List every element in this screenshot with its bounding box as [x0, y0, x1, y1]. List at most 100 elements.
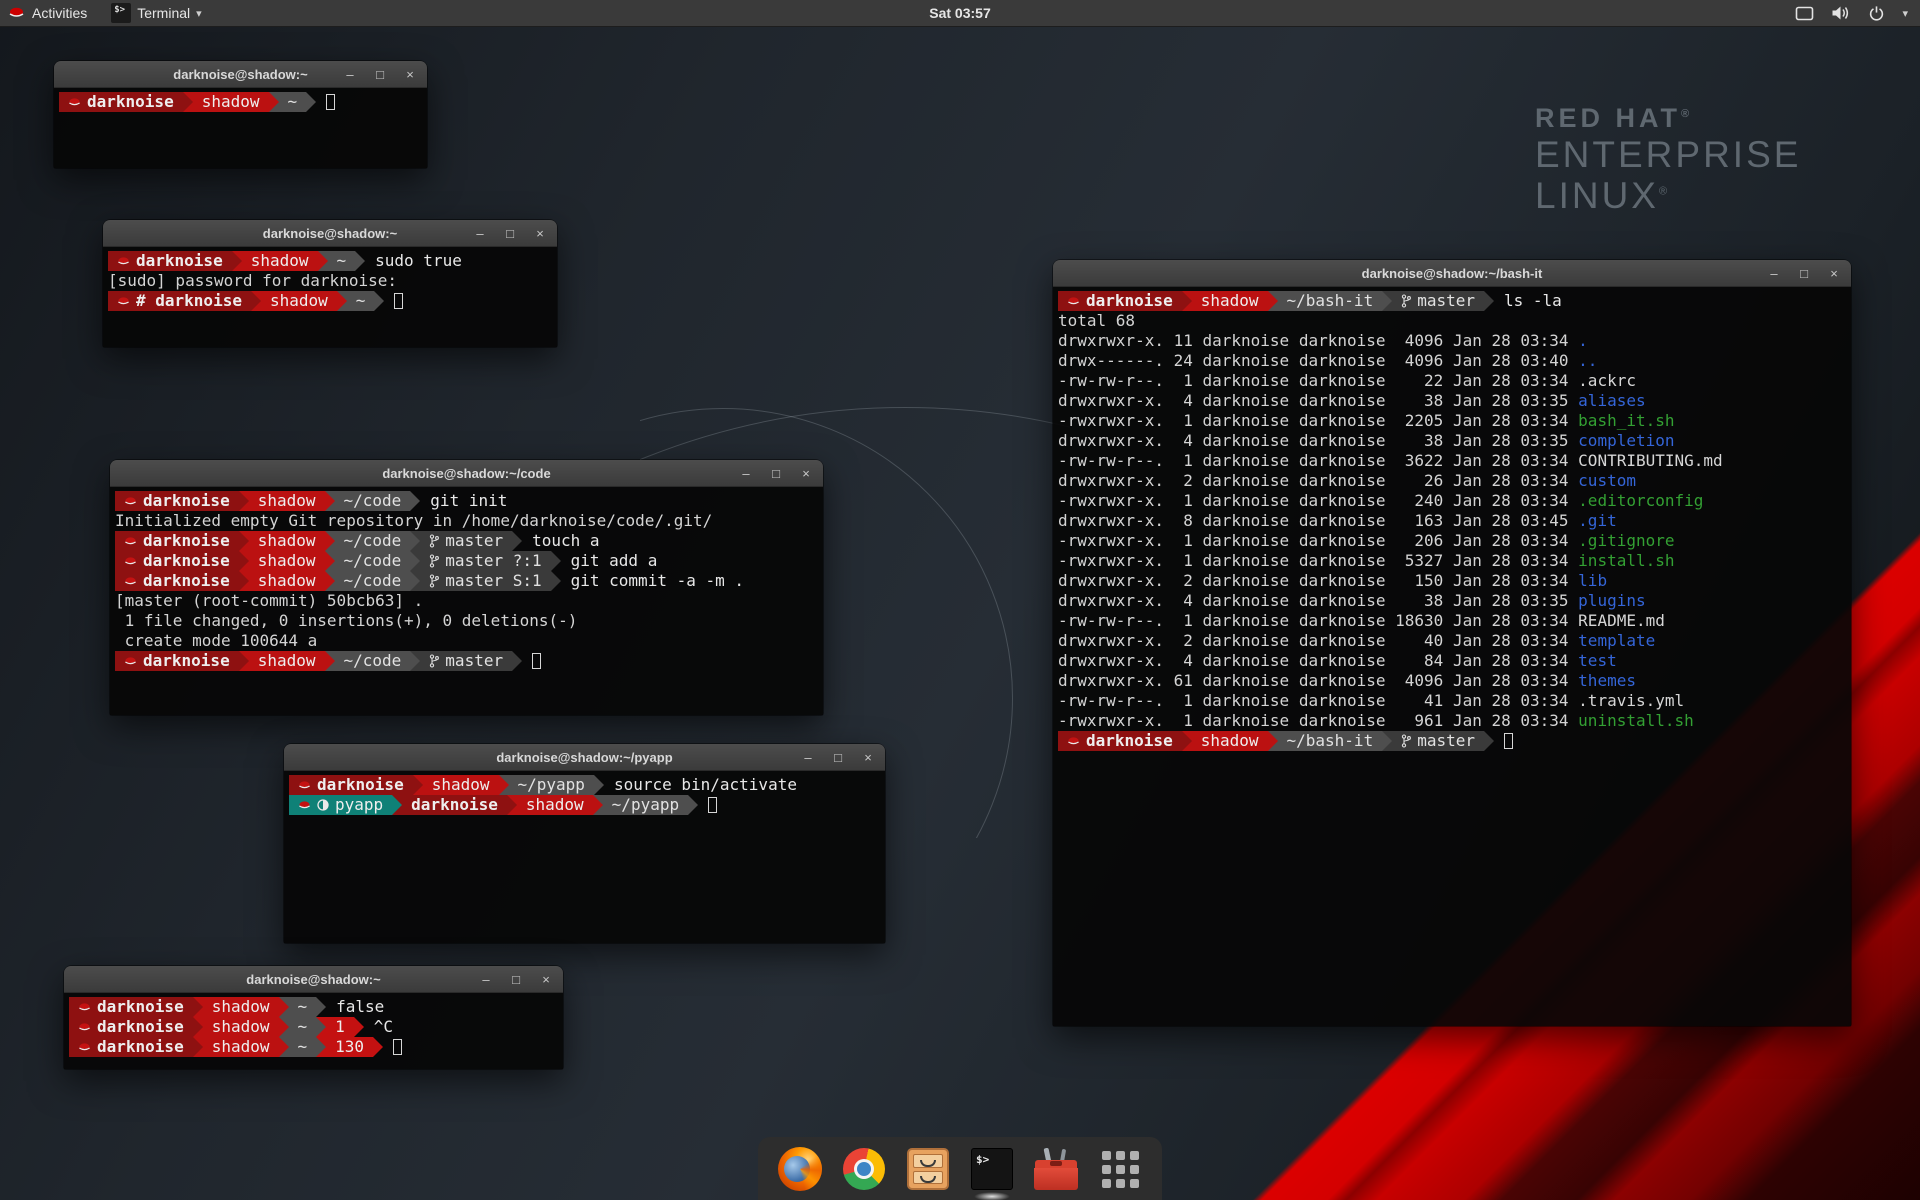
maximize-button[interactable]: □ [831, 751, 845, 764]
terminal-line: -rw-rw-r--. 1 darknoise darknoise 41 Jan… [1058, 691, 1851, 711]
powerline-separator [251, 291, 261, 311]
window-titlebar[interactable]: darknoise@shadow:~/bash-it – □ × [1053, 260, 1851, 287]
powerline-separator [316, 997, 326, 1017]
minimize-button[interactable]: – [739, 467, 753, 480]
terminal-line: drwxrwxr-x. 2 darknoise darknoise 40 Jan… [1058, 631, 1851, 651]
terminal-line: create mode 100644 a [115, 631, 823, 651]
ls-row-fields: drwxrwxr-x. 2 darknoise darknoise 40 Jan… [1058, 631, 1578, 651]
close-button[interactable]: × [861, 751, 875, 764]
terminal-content[interactable]: darknoiseshadow~/bash-itmasterls -latota… [1053, 287, 1851, 1026]
powerline-separator [499, 775, 509, 795]
command-text: sudo true [375, 251, 462, 271]
close-button[interactable]: × [533, 227, 547, 240]
ls-row-fields: drwxrwxr-x. 4 darknoise darknoise 84 Jan… [1058, 651, 1578, 671]
window-titlebar[interactable]: darknoise@shadow:~/code – □ × [110, 460, 823, 487]
terminal-line: drwxrwxr-x. 4 darknoise darknoise 38 Jan… [1058, 391, 1851, 411]
prompt-segment-user: darknoise [115, 651, 239, 671]
minimize-button[interactable]: – [801, 751, 815, 764]
output-text: 1 file changed, 0 insertions(+), 0 delet… [115, 611, 577, 631]
file-manager-icon[interactable] [906, 1147, 950, 1191]
close-button[interactable]: × [799, 467, 813, 480]
prompt-segment-git: master ?:1 [420, 551, 550, 571]
prompt-segment-path: ~/bash-it [1278, 731, 1383, 751]
powerline-separator [354, 1017, 364, 1037]
close-button[interactable]: × [1827, 267, 1841, 280]
command-text: false [336, 997, 384, 1017]
powerline-separator [325, 571, 335, 591]
command-text: source bin/activate [614, 775, 797, 795]
powerline-separator [269, 92, 279, 112]
powerline-separator [193, 1017, 203, 1037]
ls-row-fields: drwx------. 24 darknoise darknoise 4096 … [1058, 351, 1578, 371]
window-titlebar[interactable]: darknoise@shadow:~ – □ × [64, 966, 563, 993]
prompt-segment-host: shadow [517, 795, 593, 815]
app-grid-icon[interactable] [1098, 1147, 1142, 1191]
close-button[interactable]: × [539, 973, 553, 986]
terminal-content[interactable]: darknoiseshadow~/pyappsource bin/activat… [284, 771, 885, 943]
red-hat-icon [124, 576, 137, 587]
minimize-button[interactable]: – [343, 68, 357, 81]
powerline-separator [410, 531, 420, 551]
terminal-line: drwxrwxr-x. 2 darknoise darknoise 26 Jan… [1058, 471, 1851, 491]
terminal-window-pyapp: darknoise@shadow:~/pyapp – □ × darknoise… [284, 744, 885, 943]
powerline-separator [373, 1037, 383, 1057]
prompt-segment-path: ~/code [335, 651, 411, 671]
file-name: .git [1578, 511, 1617, 531]
window-titlebar[interactable]: darknoise@shadow:~ – □ × [103, 220, 557, 247]
maximize-button[interactable]: □ [769, 467, 783, 480]
minimize-button[interactable]: – [1767, 267, 1781, 280]
terminal-icon[interactable]: $> [970, 1147, 1014, 1191]
close-button[interactable]: × [403, 68, 417, 81]
minimize-button[interactable]: – [479, 973, 493, 986]
terminal-line: total 68 [1058, 311, 1851, 331]
terminal-line: darknoiseshadow~/bash-itmaster [1058, 731, 1851, 751]
output-text: total 68 [1058, 311, 1135, 331]
ls-row-fields: drwxrwxr-x. 4 darknoise darknoise 38 Jan… [1058, 391, 1578, 411]
git-branch-icon [429, 654, 439, 668]
prompt-segment-user: darknoise [115, 571, 239, 591]
ls-row-fields: -rwxrwxr-x. 1 darknoise darknoise 240 Ja… [1058, 491, 1578, 511]
terminal-content[interactable]: darknoiseshadow~falsedarknoiseshadow~1^C… [64, 993, 563, 1069]
prompt-segment-host: shadow [423, 775, 499, 795]
toolbox-icon[interactable] [1034, 1147, 1078, 1191]
clock[interactable]: Sat 03:57 [929, 5, 990, 21]
terminal-content[interactable]: darknoiseshadow~/codegit initInitialized… [110, 487, 823, 715]
maximize-button[interactable]: □ [1797, 267, 1811, 280]
command-text: touch a [532, 531, 599, 551]
terminal-line: darknoiseshadow~/codemastertouch a [115, 531, 823, 551]
prompt-segment-user: darknoise [115, 531, 239, 551]
activities-label: Activities [32, 5, 87, 21]
terminal-content[interactable]: darknoiseshadow~sudo true[sudo] password… [103, 247, 557, 347]
window-titlebar[interactable]: darknoise@shadow:~/pyapp – □ × [284, 744, 885, 771]
powerline-separator [355, 251, 365, 271]
maximize-button[interactable]: □ [503, 227, 517, 240]
activities-button[interactable]: Activities [0, 5, 87, 21]
window-title: darknoise@shadow:~/bash-it [1362, 266, 1543, 281]
system-menu[interactable]: ▾ [1795, 5, 1920, 22]
window-title: darknoise@shadow:~/code [382, 466, 550, 481]
git-branch-icon [1401, 734, 1411, 748]
file-name: uninstall.sh [1578, 711, 1694, 731]
terminal-line: Initialized empty Git repository in /hom… [115, 511, 823, 531]
terminal-line: -rw-rw-r--. 1 darknoise darknoise 22 Jan… [1058, 371, 1851, 391]
file-name: .. [1578, 351, 1597, 371]
powerline-separator [410, 491, 420, 511]
terminal-content[interactable]: darknoiseshadow~ [54, 88, 427, 168]
file-name: install.sh [1578, 551, 1674, 571]
powerline-separator [239, 551, 249, 571]
chrome-icon[interactable] [842, 1147, 886, 1191]
terminal-line: darknoiseshadow~/codemaster [115, 651, 823, 671]
window-titlebar[interactable]: darknoise@shadow:~ – □ × [54, 61, 427, 88]
terminal-line: drwxrwxr-x. 8 darknoise darknoise 163 Ja… [1058, 511, 1851, 531]
git-branch-icon [429, 554, 439, 568]
maximize-button[interactable]: □ [509, 973, 523, 986]
minimize-button[interactable]: – [473, 227, 487, 240]
prompt-segment-path: ~/pyapp [509, 775, 594, 795]
prompt-segment-user: # darknoise [108, 291, 251, 311]
powerline-separator [316, 1037, 326, 1057]
firefox-icon[interactable] [778, 1147, 822, 1191]
app-menu-terminal[interactable]: $> Terminal ▾ [111, 3, 201, 23]
prompt-segment-user: darknoise [108, 251, 232, 271]
rhel-wallpaper-logo: RED HAT® ENTERPRISE LINUX® [1535, 103, 1801, 217]
maximize-button[interactable]: □ [373, 68, 387, 81]
